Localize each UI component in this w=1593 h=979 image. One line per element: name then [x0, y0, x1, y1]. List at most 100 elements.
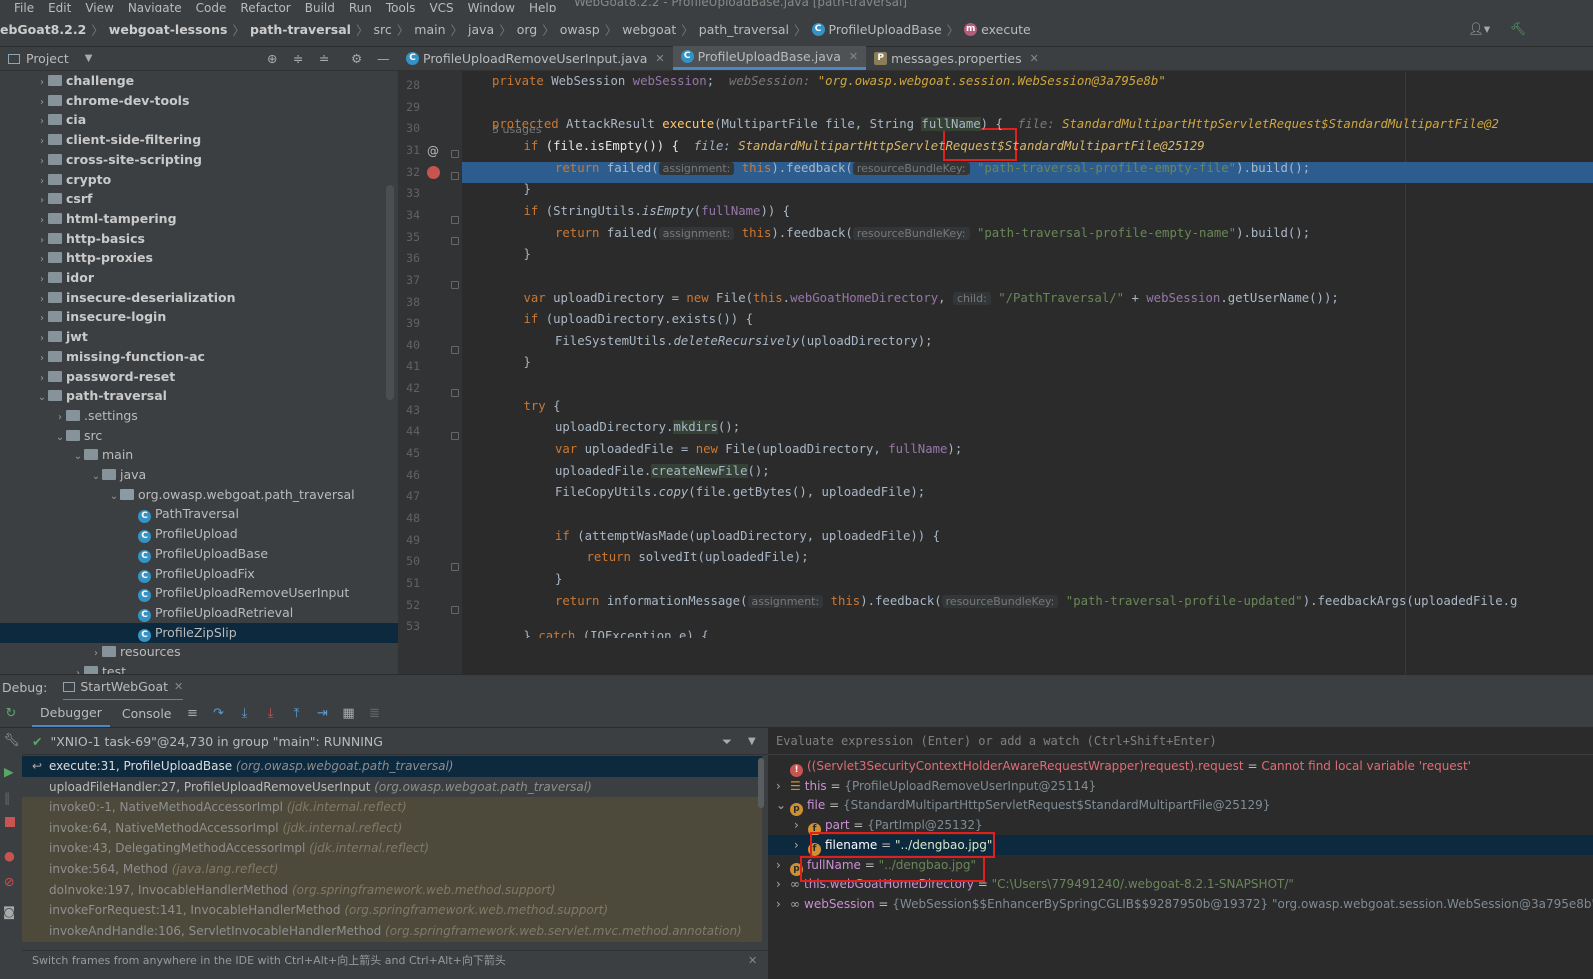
- menu-edit[interactable]: Edit: [48, 2, 71, 12]
- fold-marker-icon[interactable]: [451, 563, 459, 571]
- close-icon[interactable]: ✕: [748, 951, 757, 971]
- tree-item[interactable]: › http-proxies: [0, 248, 398, 268]
- tree-item[interactable]: › test: [0, 662, 398, 674]
- fold-marker-icon[interactable]: [451, 389, 459, 397]
- tree-item[interactable]: C ProfileUploadFix: [0, 564, 398, 584]
- code-line[interactable]: } catch (IOException e) {: [492, 626, 1593, 638]
- chevron-right-icon[interactable]: ›: [794, 815, 808, 835]
- tab-console[interactable]: Console: [114, 701, 180, 726]
- close-icon[interactable]: ✕: [655, 52, 664, 65]
- fold-marker-icon[interactable]: [451, 150, 459, 158]
- code-line[interactable]: private WebSession webSession; webSessio…: [492, 71, 1593, 92]
- code-line[interactable]: return solvedIt(uploadedFile);: [492, 547, 1593, 568]
- tree-item[interactable]: C ProfileUploadRetrieval: [0, 603, 398, 623]
- tree-item[interactable]: › client-side-filtering: [0, 130, 398, 150]
- chevron-down-icon[interactable]: ▼: [85, 53, 93, 64]
- breadcrumb-item[interactable]: owasp: [560, 22, 600, 37]
- stack-frame[interactable]: invoke:564, Method (java.lang.reflect): [22, 859, 762, 880]
- close-icon[interactable]: ✕: [1030, 52, 1039, 65]
- user-icon[interactable]: 👤︎▾: [1468, 21, 1490, 37]
- chevron-down-icon[interactable]: ▼: [748, 728, 756, 755]
- chevron-down-icon[interactable]: ⌄: [776, 795, 790, 815]
- stack-frame[interactable]: invoke:64, NativeMethodAccessorImpl (jdk…: [22, 817, 762, 839]
- variable-row[interactable]: ⌄ p file = {StandardMultipartHttpServletRe…: [768, 795, 1593, 817]
- chevron-right-icon[interactable]: ›: [776, 776, 790, 796]
- tree-item[interactable]: › jwt: [0, 327, 398, 347]
- tree-item[interactable]: C ProfileUploadBase: [0, 544, 398, 564]
- fold-marker-icon[interactable]: [451, 237, 459, 245]
- menu-refactor[interactable]: Refactor: [240, 2, 290, 12]
- menu-file[interactable]: File: [14, 2, 34, 12]
- trace-icon[interactable]: ≣: [367, 706, 383, 722]
- menu-view[interactable]: View: [85, 2, 113, 12]
- tree-item[interactable]: › insecure-deserialization: [0, 288, 398, 308]
- tree-item[interactable]: › cross-site-scripting: [0, 150, 398, 170]
- editor-tab[interactable]: C ProfileUploadBase.java ✕: [672, 46, 867, 70]
- tree-item[interactable]: ⌄ main: [0, 445, 398, 465]
- wrench-icon[interactable]: 🔧︎: [4, 732, 20, 748]
- tree-item[interactable]: › crypto: [0, 170, 398, 190]
- tree-item[interactable]: ⌄ java: [0, 465, 398, 485]
- breadcrumb-item[interactable]: ebGoat8.2.2: [0, 22, 86, 37]
- filter-icon[interactable]: ⏷: [722, 728, 732, 755]
- menu-code[interactable]: Code: [196, 2, 227, 12]
- breadcrumb-item[interactable]: main: [414, 22, 445, 37]
- tree-item[interactable]: › http-basics: [0, 229, 398, 249]
- code-line[interactable]: if (attemptWasMade(uploadDirectory, uplo…: [492, 526, 1593, 547]
- tree-item[interactable]: › .settings: [0, 406, 398, 426]
- fold-marker-icon[interactable]: [451, 606, 459, 614]
- mute-breakpoints-icon[interactable]: ⊘: [4, 874, 14, 889]
- editor-tab[interactable]: C ProfileUploadRemoveUserInput.java ✕: [398, 46, 673, 70]
- frames-scrollbar[interactable]: [758, 758, 764, 808]
- tree-item[interactable]: ⌄ path-traversal: [0, 386, 398, 406]
- fold-marker-icon[interactable]: [451, 216, 459, 224]
- thread-selector[interactable]: ✔ "XNIO-1 task-69"@24,730 in group "main…: [22, 728, 768, 755]
- tree-item[interactable]: › password-reset: [0, 367, 398, 387]
- collapse-all-icon[interactable]: ≐: [319, 51, 329, 66]
- code-line[interactable]: uploadDirectory.mkdirs();: [492, 417, 1593, 438]
- camera-icon[interactable]: ◙: [3, 904, 15, 919]
- gear-icon[interactable]: ⚙: [351, 51, 362, 66]
- tree-item[interactable]: › missing-function-ac: [0, 347, 398, 367]
- run-config-tab[interactable]: StartWebGoat ✕: [63, 675, 184, 701]
- chevron-right-icon[interactable]: ›: [72, 664, 84, 674]
- tree-item[interactable]: C PathTraversal: [0, 504, 398, 524]
- fold-marker-icon[interactable]: [451, 172, 459, 180]
- force-step-into-icon[interactable]: ⤓: [263, 706, 279, 722]
- tree-item[interactable]: C ProfileUploadRemoveUserInput: [0, 583, 398, 603]
- stack-frame[interactable]: invoke:43, DelegatingMethodAccessorImpl …: [22, 838, 762, 860]
- tree-item[interactable]: › csrf: [0, 189, 398, 209]
- breadcrumb-item[interactable]: path-traversal: [250, 22, 351, 37]
- tree-item[interactable]: › idor: [0, 268, 398, 288]
- step-over-icon[interactable]: ↷: [211, 706, 227, 722]
- fold-marker-icon[interactable]: [451, 346, 459, 354]
- project-scrollbar[interactable]: [386, 185, 394, 400]
- editor-tab[interactable]: Pmessages.properties ✕: [866, 46, 1047, 70]
- stack-frame[interactable]: doInvoke:197, InvocableHandlerMethod (or…: [22, 879, 762, 901]
- tree-item[interactable]: › challenge: [0, 71, 398, 91]
- fold-marker-icon[interactable]: [451, 432, 459, 440]
- variable-row[interactable]: ! ((Servlet3SecurityContextHolderAwareReq…: [768, 756, 1593, 777]
- breadcrumb-item[interactable]: path_traversal: [699, 22, 789, 37]
- tree-item[interactable]: › html-tampering: [0, 209, 398, 229]
- variable-row[interactable]: › ☰ this = {ProfileUploadRemoveUserInput@2…: [768, 776, 1593, 796]
- step-out-icon[interactable]: ⤒: [289, 706, 305, 722]
- code-line[interactable]: FileSystemUtils.deleteRecursively(upload…: [492, 331, 1593, 352]
- code-line[interactable]: }: [492, 244, 1593, 265]
- pause-icon[interactable]: ‖: [4, 790, 10, 805]
- code-line[interactable]: try {: [492, 396, 1593, 417]
- code-line[interactable]: var uploadedFile = new File(uploadDirect…: [492, 439, 1593, 460]
- step-into-icon[interactable]: ⤓: [237, 706, 253, 722]
- tree-item[interactable]: › cia: [0, 110, 398, 130]
- stack-frame[interactable]: invokeAndHandle:106, ServletInvocableHan…: [22, 920, 762, 942]
- tree-item[interactable]: ⌄ src: [0, 426, 398, 446]
- stack-frame[interactable]: invokeForRequest:141, InvocableHandlerMe…: [22, 900, 762, 922]
- evaluate-expression-field[interactable]: Evaluate expression (Enter) or add a wat…: [768, 728, 1593, 755]
- chevron-right-icon[interactable]: ›: [776, 874, 790, 894]
- code-line[interactable]: if (file.isEmpty()) { file: StandardMult…: [492, 136, 1593, 157]
- menu-tools[interactable]: Tools: [386, 2, 416, 12]
- minimize-icon[interactable]: —: [377, 51, 390, 66]
- menu-build[interactable]: Build: [305, 2, 335, 12]
- stack-frame[interactable]: uploadFileHandler:27, ProfileUploadRemov…: [22, 777, 762, 798]
- code-line[interactable]: return failed(assignment: this).feedback…: [492, 223, 1593, 244]
